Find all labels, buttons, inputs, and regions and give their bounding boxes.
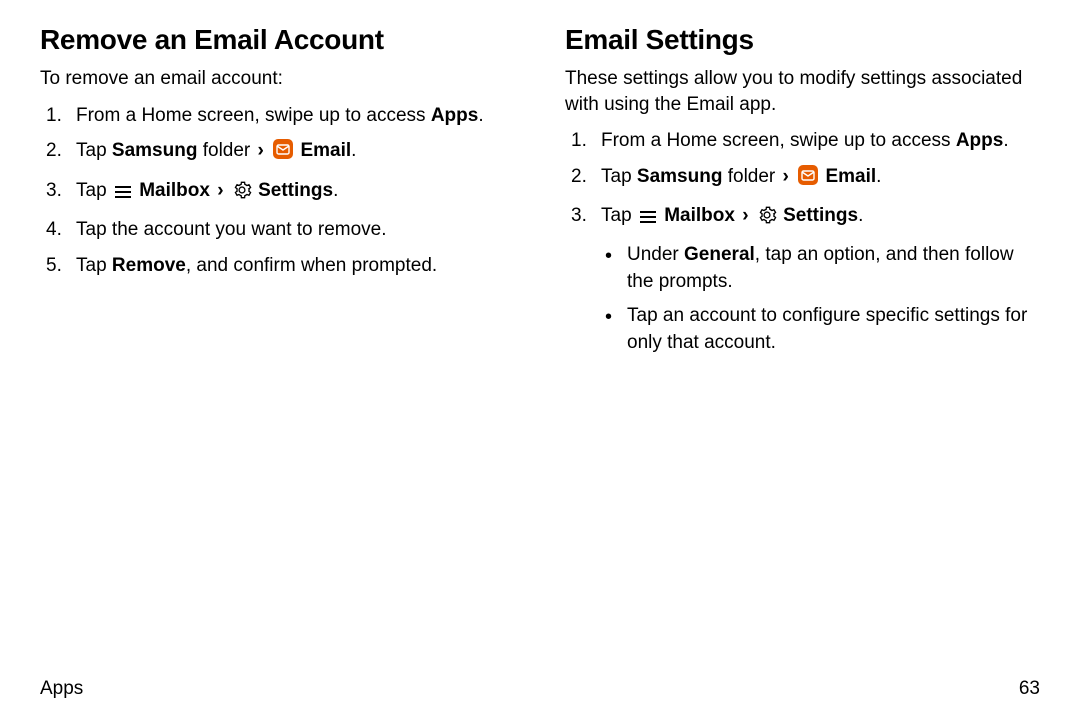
bold-settings: Settings — [258, 180, 333, 201]
bold-settings: Settings — [783, 205, 858, 226]
left-heading: Remove an Email Account — [40, 24, 515, 56]
right-column: Email Settings These settings allow you … — [565, 24, 1040, 670]
text: Tap — [76, 255, 112, 276]
text: . — [333, 180, 338, 201]
left-step-5: Tap Remove, and confirm when prompted. — [40, 252, 515, 280]
bold-email: Email — [300, 140, 351, 161]
page-footer: Apps 63 — [40, 670, 1040, 700]
text: Under — [627, 244, 684, 265]
right-step-2: Tap Samsung folder › Email. — [565, 163, 1040, 195]
text: . — [478, 105, 483, 126]
text: From a Home screen, swipe up to access — [76, 105, 431, 126]
text: Tap — [601, 166, 637, 187]
hamburger-icon — [113, 181, 133, 209]
gear-icon — [757, 205, 777, 234]
gear-icon — [232, 180, 252, 209]
manual-page: Remove an Email Account To remove an ema… — [0, 0, 1080, 720]
chevron-right-icon: › — [781, 166, 791, 187]
chevron-right-icon: › — [740, 205, 750, 226]
left-step-3: Tap Mailbox › Settings. — [40, 177, 515, 209]
email-icon — [797, 164, 819, 195]
text: Tap — [76, 180, 112, 201]
left-intro: To remove an email account: — [40, 66, 515, 92]
bold-general: General — [684, 244, 755, 265]
right-steps: From a Home screen, swipe up to access A… — [565, 127, 1040, 356]
text: folder — [197, 140, 255, 161]
text: Tap — [76, 140, 112, 161]
bold-apps: Apps — [956, 130, 1004, 151]
right-substeps: Under General, tap an option, and then f… — [601, 242, 1040, 356]
bold-remove: Remove — [112, 255, 186, 276]
left-step-4: Tap the account you want to remove. — [40, 216, 515, 244]
right-step-1: From a Home screen, swipe up to access A… — [565, 127, 1040, 155]
chevron-right-icon: › — [215, 180, 225, 201]
right-bullet-2: Tap an account to configure specific set… — [601, 303, 1040, 356]
left-step-1: From a Home screen, swipe up to access A… — [40, 102, 515, 130]
right-step-3: Tap Mailbox › Settings. Under General, t… — [565, 202, 1040, 356]
text: . — [876, 166, 881, 187]
bold-apps: Apps — [431, 105, 479, 126]
text: . — [858, 205, 863, 226]
right-bullet-1: Under General, tap an option, and then f… — [601, 242, 1040, 295]
text: folder — [722, 166, 780, 187]
chevron-right-icon: › — [256, 140, 266, 161]
footer-section: Apps — [40, 678, 83, 700]
text: From a Home screen, swipe up to access — [601, 130, 956, 151]
two-column-layout: Remove an Email Account To remove an ema… — [40, 24, 1040, 670]
bold-mailbox: Mailbox — [139, 180, 215, 201]
footer-page-number: 63 — [1019, 678, 1040, 700]
left-column: Remove an Email Account To remove an ema… — [40, 24, 515, 670]
left-step-2: Tap Samsung folder › Email. — [40, 137, 515, 169]
right-heading: Email Settings — [565, 24, 1040, 56]
bold-samsung: Samsung — [637, 166, 723, 187]
bold-mailbox: Mailbox — [664, 205, 740, 226]
text: . — [351, 140, 356, 161]
email-icon — [272, 138, 294, 169]
right-intro: These settings allow you to modify setti… — [565, 66, 1040, 117]
bold-email: Email — [825, 166, 876, 187]
text: . — [1003, 130, 1008, 151]
text: Tap — [601, 205, 637, 226]
hamburger-icon — [638, 206, 658, 234]
left-steps: From a Home screen, swipe up to access A… — [40, 102, 515, 280]
text: , and confirm when prompted. — [186, 255, 437, 276]
bold-samsung: Samsung — [112, 140, 198, 161]
